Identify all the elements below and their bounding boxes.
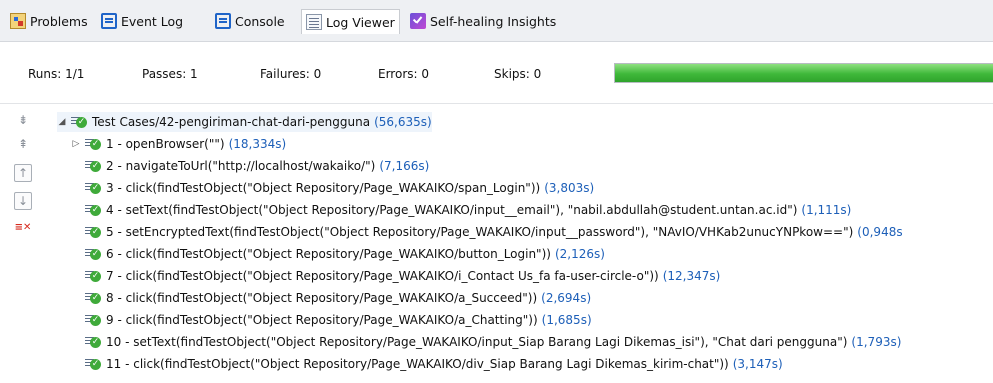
step-text: 1 - openBrowser("") [106,137,225,151]
tree-step[interactable]: 2 - navigateToUrl("http://localhost/waka… [85,156,429,176]
step-text: 5 - setEncryptedText(findTestObject("Obj… [106,225,854,239]
passed-icon [85,313,101,327]
tree-step[interactable]: 8 - click(findTestObject("Object Reposit… [85,288,591,308]
view-tab-bar: Problems Event Log Console Log Viewer Se… [0,0,993,42]
tree-step[interactable]: 7 - click(findTestObject("Object Reposit… [85,266,720,286]
step-duration: (3,147s) [732,357,783,371]
expand-chevron-icon[interactable]: ▷ [71,139,81,149]
step-duration: (18,334s) [228,137,287,151]
console-icon [215,13,231,29]
passed-icon [71,115,87,129]
errors-count: Errors: 0 [378,67,429,81]
tree-step[interactable]: 3 - click(findTestObject("Object Reposit… [85,178,594,198]
tab-event-log[interactable]: Event Log [101,10,183,32]
passed-icon [85,203,101,217]
step-duration: (1,793s) [851,335,902,349]
step-duration: (1,111s) [801,203,852,217]
passed-icon [85,291,101,305]
tab-event-log-label: Event Log [121,13,184,29]
passed-icon [85,247,101,261]
step-text: 10 - setText(findTestObject("Object Repo… [106,335,848,349]
passes-count: Passes: 1 [142,67,198,81]
passed-icon [85,269,101,283]
previous-failure-icon[interactable]: ↑ [14,164,32,182]
run-summary: Runs: 1/1 Passes: 1 Failures: 0 Errors: … [0,42,993,104]
tab-problems-label: Problems [30,13,88,29]
step-duration: (3,803s) [544,181,595,195]
passed-icon [85,225,101,239]
step-text: 8 - click(findTestObject("Object Reposit… [106,291,538,305]
step-duration: (1,685s) [541,313,592,327]
tab-console-label: Console [235,13,285,29]
skips-count: Skips: 0 [494,67,542,81]
step-duration: (7,166s) [379,159,430,173]
tree-step[interactable]: 6 - click(findTestObject("Object Reposit… [85,244,605,264]
run-progress-bar [614,63,993,83]
step-text: 11 - click(findTestObject("Object Reposi… [106,357,729,371]
passed-icon [85,137,101,151]
step-duration: (12,347s) [662,269,721,283]
tree-step[interactable]: 5 - setEncryptedText(findTestObject("Obj… [85,222,903,242]
tree-step[interactable]: 10 - setText(findTestObject("Object Repo… [85,332,901,352]
step-text: 7 - click(findTestObject("Object Reposit… [106,269,659,283]
expand-all-icon[interactable]: ⇞ [14,136,32,154]
runs-count: Runs: 1/1 [28,67,85,81]
run-progress-fill [615,64,993,82]
tab-self-healing-insights[interactable]: Self-healing Insights [410,10,556,32]
problems-icon [10,13,26,29]
tab-log-viewer[interactable]: Log Viewer [301,9,400,34]
step-text: 3 - click(findTestObject("Object Reposit… [106,181,541,195]
tab-self-healing-label: Self-healing Insights [430,13,557,29]
step-duration: (0,948s [857,225,903,239]
tree-step[interactable]: ▷ 1 - openBrowser("") (18,334s) [71,134,287,154]
step-text: 4 - setText(findTestObject("Object Repos… [106,203,798,217]
step-text: 2 - navigateToUrl("http://localhost/waka… [106,159,376,173]
step-duration: (2,126s) [554,247,605,261]
test-case-duration: (56,635s) [374,115,432,129]
self-healing-icon [410,13,426,29]
log-viewer-icon [306,14,322,30]
passed-icon [85,181,101,195]
tab-problems[interactable]: Problems [10,10,88,32]
collapse-all-icon[interactable]: ⇟ [14,112,32,130]
next-failure-icon[interactable]: ↓ [14,192,32,210]
failures-count: Failures: 0 [260,67,322,81]
tree-step[interactable]: 11 - click(findTestObject("Object Reposi… [85,354,783,374]
show-failures-only-icon[interactable]: ≡✕ [14,220,32,238]
tree-root-test-case[interactable]: ◢ Test Cases/42-pengiriman-chat-dari-pen… [57,112,432,132]
passed-icon [85,357,101,371]
tree-step[interactable]: 4 - setText(findTestObject("Object Repos… [85,200,851,220]
passed-icon [85,335,101,349]
collapse-chevron-icon[interactable]: ◢ [57,117,67,127]
tab-log-viewer-label: Log Viewer [326,14,395,30]
tree-step[interactable]: 9 - click(findTestObject("Object Reposit… [85,310,592,330]
test-case-name: Test Cases/42-pengiriman-chat-dari-pengg… [92,115,371,129]
tab-console[interactable]: Console [215,10,285,32]
passed-icon [85,159,101,173]
event-log-icon [101,13,117,29]
step-text: 9 - click(findTestObject("Object Reposit… [106,313,538,327]
step-duration: (2,694s) [541,291,592,305]
step-text: 6 - click(findTestObject("Object Reposit… [106,247,551,261]
